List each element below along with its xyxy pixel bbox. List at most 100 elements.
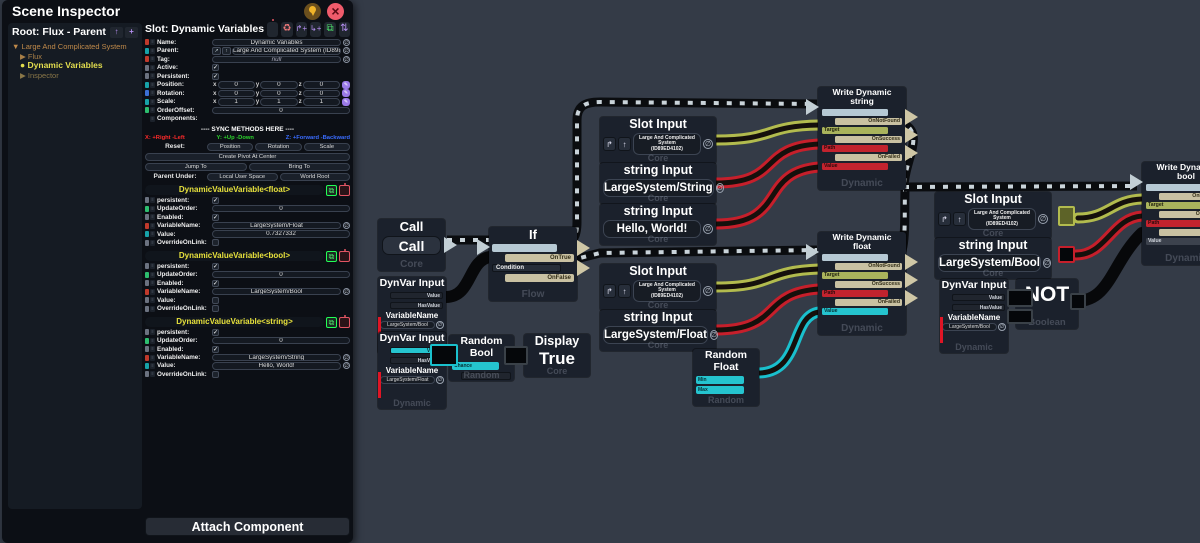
exec-input-bar[interactable] (1146, 184, 1200, 191)
null-button[interactable]: ∅ (343, 222, 350, 229)
node-if[interactable]: If OnTrue Condition OnFalse Flow (489, 227, 577, 301)
field-checkbox[interactable]: ✓ (212, 329, 219, 336)
node-random-float[interactable]: Random Float Min Max Random (693, 349, 759, 406)
field-checkbox[interactable]: ✓ (212, 197, 219, 204)
call-trigger-button[interactable]: Call (382, 236, 441, 255)
null-button[interactable]: ∅ (716, 183, 724, 193)
reset-scale-button[interactable]: Scale (304, 143, 350, 151)
edit-vector-icon[interactable]: ✎ (342, 89, 350, 97)
delete-component-icon[interactable] (339, 185, 350, 196)
exec-input-bar[interactable] (822, 254, 888, 261)
jump-to-slot-button[interactable]: ↱ (603, 137, 616, 151)
wire-string-value-writestring[interactable] (716, 167, 819, 224)
vector-z-input[interactable]: 0 (303, 90, 340, 98)
field-checkbox[interactable]: ✓ (212, 346, 219, 353)
field-checkbox[interactable]: ✓ (212, 64, 219, 71)
exec-input-bar[interactable] (492, 244, 557, 252)
parent-world-root-button[interactable]: World Root (280, 173, 351, 181)
null-button[interactable]: ∅ (710, 330, 718, 340)
null-button[interactable]: ∅ (998, 323, 1006, 331)
jump-to-button[interactable]: Jump To (145, 163, 247, 171)
field-value-input[interactable]: Hello, World! (212, 362, 341, 370)
add-root-icon[interactable]: + (125, 27, 138, 38)
null-button[interactable]: ∅ (703, 224, 713, 234)
variablename-input[interactable]: LargeSystem/Bool (942, 323, 997, 331)
connector-float[interactable] (430, 344, 458, 366)
field-value-input[interactable]: LargeSystem/String (212, 354, 341, 362)
node-write-dynamic-string[interactable]: Write Dynamicstring OnNotFound Target On… (818, 87, 906, 190)
move-root-up-icon[interactable]: ↑ (110, 27, 123, 38)
parent-reference-input[interactable]: Large And Complicated System (ID89ED4102… (232, 47, 341, 55)
parent-slot-button[interactable]: ↑ (618, 137, 631, 151)
value-input[interactable]: Value (1146, 238, 1200, 245)
pin-icon[interactable] (304, 3, 321, 20)
node-slot-input-2[interactable]: Slot Input ↱ ↑ Large And Complicated Sys… (600, 264, 716, 311)
node-slot-input-1[interactable]: Slot Input ↱ ↑ Large And Complicated Sys… (600, 117, 716, 164)
destroy-recycle-icon[interactable]: ♻ (281, 22, 292, 37)
null-button[interactable]: ∅ (703, 139, 713, 149)
value-input[interactable]: Value (822, 163, 888, 170)
ontrue-output[interactable]: OnTrue (505, 254, 574, 262)
node-string-input-string[interactable]: string Input LargeSystem/String∅ Core (600, 163, 716, 204)
insert-parent-icon[interactable]: ↱+ (296, 22, 307, 37)
onfailed-output[interactable]: OnFailed (835, 299, 902, 306)
node-string-input-hello[interactable]: string Input Hello, World!∅ Core (600, 204, 716, 245)
field-checkbox[interactable]: ✓ (212, 73, 219, 80)
scene-inspector-window[interactable]: Scene Inspector × Root: Flux - Parent ↑ … (2, 0, 353, 543)
parent-jump-button[interactable]: ↗ (212, 47, 221, 55)
wire-float-randomfloat-to-writefloat-value[interactable] (758, 312, 819, 373)
field-value-input[interactable]: 0 (212, 107, 350, 115)
vector-y-input[interactable]: 0 (260, 90, 297, 98)
bring-to-button[interactable]: Bring To (249, 163, 351, 171)
null-button[interactable]: ∅ (343, 354, 350, 361)
field-value-input[interactable]: null (212, 56, 341, 64)
onnotfound-output[interactable]: OnNotFound (835, 263, 902, 270)
duplicate-slot-icon[interactable]: ⧉ (324, 22, 335, 37)
field-value-input[interactable]: 0 (212, 271, 350, 279)
tree-item-inspector[interactable]: ▶ Inspector (12, 71, 138, 81)
onnotfound-output[interactable]: OnNotFound (835, 118, 902, 125)
node-call[interactable]: Call Call Core (378, 219, 445, 271)
wire-slot-to-writefloat-target[interactable] (716, 269, 819, 287)
connector-bool[interactable] (504, 346, 528, 365)
field-value-input[interactable]: 0.7327332 (212, 230, 350, 238)
target-input[interactable]: Target (1146, 202, 1200, 209)
null-button[interactable]: ∅ (343, 39, 350, 46)
parent-slot-button[interactable]: ↑ (953, 212, 966, 226)
delete-component-icon[interactable] (339, 251, 350, 262)
node-write-dynamic-bool[interactable]: Write Dynamicbool OnNotFound Target OnSu… (1142, 162, 1200, 265)
delete-component-icon[interactable] (339, 317, 350, 328)
null-button[interactable]: ∅ (343, 362, 350, 369)
wire-bool-dynvar-to-if-condition[interactable] (446, 257, 490, 297)
field-checkbox[interactable]: ✓ (212, 280, 219, 287)
field-checkbox[interactable] (212, 239, 219, 246)
field-checkbox[interactable]: ✓ (212, 263, 219, 270)
connector-bool[interactable] (1007, 309, 1033, 324)
null-button[interactable]: ∅ (436, 376, 444, 384)
onsuccess-output[interactable]: OnSuccess (835, 281, 902, 288)
vector-y-input[interactable]: 1 (260, 98, 297, 106)
tree-item-dynamic-variables[interactable]: ● Dynamic Variables (12, 61, 138, 71)
vector-z-input[interactable]: 0 (303, 81, 340, 89)
node-string-input-bool[interactable]: string Input LargeSystem/Bool∅ Core (935, 238, 1051, 279)
value-input[interactable]: Value (822, 308, 888, 315)
onsuccess-output[interactable]: OnSuccess (835, 136, 902, 143)
variablename-input[interactable]: LargeSystem/Bool (380, 321, 435, 329)
node-dynvar-input-bool-2[interactable]: DynVar Input Value HasValue VariableName… (940, 279, 1008, 353)
vector-z-input[interactable]: 1 (303, 98, 340, 106)
connector-bool-out[interactable] (1070, 293, 1086, 310)
onnotfound-output[interactable]: OnNotFound (1159, 193, 1200, 200)
close-icon[interactable]: × (327, 3, 344, 20)
edit-vector-icon[interactable]: ✎ (342, 81, 350, 89)
onfailed-output[interactable]: OnFailed (835, 154, 902, 161)
add-child-slot-icon[interactable]: ↳+ (310, 22, 321, 37)
slot-reference[interactable]: Large And Complicated System(ID89ED4102) (633, 133, 701, 156)
hasvalue-output[interactable]: HasValue (952, 304, 1005, 311)
field-value-input[interactable]: Dynamic Variables (212, 39, 341, 47)
wire-exec-if-onfalse[interactable] (556, 250, 817, 264)
onsuccess-output[interactable]: OnSuccess (1159, 211, 1200, 218)
onfailed-output[interactable]: OnFailed (1159, 229, 1200, 236)
wire-string-path-writestring[interactable] (716, 144, 819, 183)
split-slot-icon[interactable]: ⇅ (339, 22, 350, 37)
field-value-input[interactable]: 0 (212, 205, 350, 213)
